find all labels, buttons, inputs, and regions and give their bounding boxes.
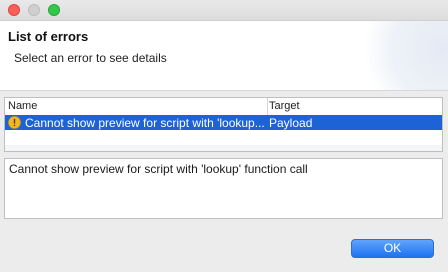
dialog-title: List of errors <box>8 29 89 44</box>
error-name-cell: Cannot show preview for script with 'loo… <box>25 116 265 130</box>
error-details-text[interactable]: Cannot show preview for script with 'loo… <box>4 158 443 219</box>
error-dialog-window: List of errors Select an error to see de… <box>0 0 448 272</box>
header-decoration <box>358 21 448 90</box>
dialog-message: Select an error to see details <box>14 51 167 65</box>
column-header-target[interactable]: Target <box>269 100 300 112</box>
table-row-empty <box>5 145 442 151</box>
warning-icon <box>8 116 21 129</box>
errors-table: Name Target Cannot show preview for scri… <box>4 97 443 152</box>
maximize-window-button[interactable] <box>48 4 60 16</box>
table-row[interactable]: Cannot show preview for script with 'loo… <box>5 115 442 130</box>
minimize-window-button[interactable] <box>28 4 40 16</box>
table-header: Name Target <box>5 98 442 116</box>
title-bar <box>0 0 448 21</box>
column-header-name[interactable]: Name <box>8 100 37 112</box>
ok-button[interactable]: OK <box>351 239 434 258</box>
error-target-cell: Payload <box>269 116 313 130</box>
table-row-empty <box>5 130 442 145</box>
dialog-header: List of errors Select an error to see de… <box>0 21 448 91</box>
close-window-button[interactable] <box>8 4 20 16</box>
